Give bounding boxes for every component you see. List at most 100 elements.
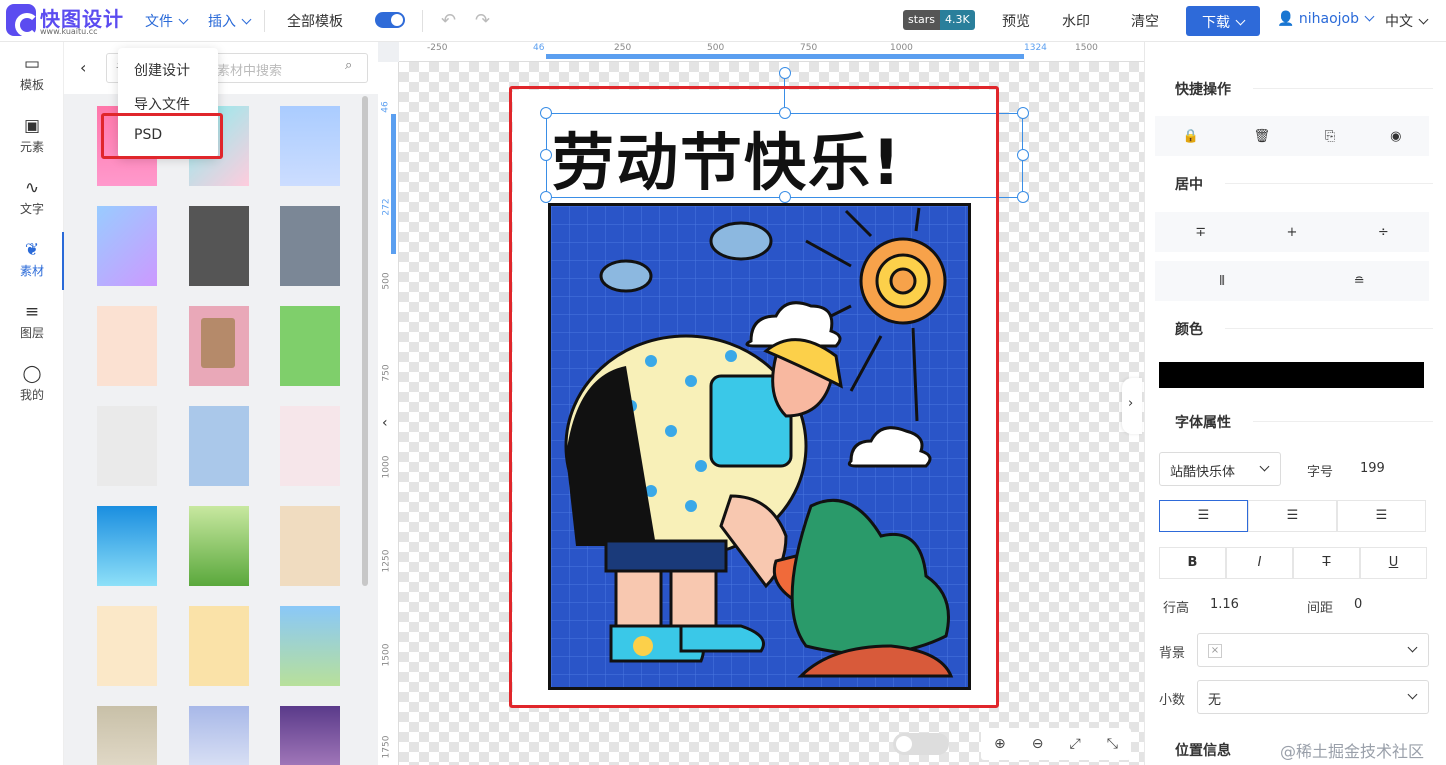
material-thumb[interactable] [189,406,249,486]
user-menu[interactable]: 👤 nihaojob [1277,11,1375,27]
resize-handle[interactable] [1017,149,1029,161]
delete-icon[interactable]: 🗑 [1254,129,1271,144]
ruler-label: 1324 [1024,43,1047,53]
material-thumb[interactable] [280,406,340,486]
leaf-icon: ❦ [24,240,40,260]
psd-highlight [101,113,223,159]
properties-panel: 快捷操作 🔒 🗑 ⎘ ◉ 居中 ∓ + ÷ ⫴ ≘ 颜色 字体属性 站酷快乐体 … [1144,42,1446,765]
fit-screen-icon[interactable]: ⤢ [1070,736,1081,752]
divider [422,10,423,32]
decimal-select[interactable]: 无 [1197,680,1429,714]
material-thumb[interactable] [280,106,340,186]
material-thumb[interactable] [97,706,157,765]
search-icon[interactable]: ⌕ [345,58,352,73]
font-size-label: 字号 [1307,465,1334,480]
center-row-2: ⫴ ≘ [1155,261,1429,301]
highlight-frame [509,86,999,708]
mode-toggle[interactable] [893,733,949,755]
zoom-out-icon[interactable]: ⊖ [1032,736,1044,752]
insert-menu[interactable]: 插入 [208,11,252,31]
grid-toggle[interactable] [375,12,405,28]
clear-button[interactable]: 清空 [1131,11,1159,31]
spacing-input[interactable]: 0 [1343,588,1429,622]
align-right-icon: ☰ [1375,508,1388,523]
distribute-h-icon[interactable]: ⫴ [1219,274,1224,289]
all-templates-button[interactable]: 全部模板 [287,11,343,31]
line-height-input[interactable]: 1.16 [1199,588,1285,622]
nav-layers[interactable]: ≡ 图层 [0,302,64,341]
center-heading: 居中 [1175,177,1203,193]
preview-button[interactable]: 预览 [1002,11,1030,31]
rotate-handle[interactable] [779,67,791,79]
top-bar: 快图设计 www.kuaitu.cc 文件 插入 全部模板 ↶ ↷ stars 4… [0,0,1446,42]
material-thumb[interactable] [97,406,157,486]
nav-materials[interactable]: ❦ 素材 [0,240,64,279]
zoom-in-icon[interactable]: ⊕ [994,736,1006,752]
align-center-button[interactable]: ☰ [1248,500,1337,532]
material-thumb[interactable] [97,606,157,686]
chevron-down-icon [1418,14,1429,25]
download-button[interactable]: 下载 [1186,6,1260,36]
watermark-button[interactable]: 水印 [1062,11,1090,31]
decimal-label: 小数 [1159,693,1186,708]
material-thumb[interactable] [280,706,340,765]
bold-button[interactable]: B [1159,547,1226,579]
collapse-left-icon[interactable]: ‹ [382,415,388,431]
material-thumb[interactable] [189,206,249,286]
font-props-heading: 字体属性 [1175,415,1231,431]
file-menu[interactable]: 文件 [145,11,189,31]
material-thumb[interactable] [97,506,157,586]
collapse-right-icon[interactable]: › [1122,378,1142,434]
nav-elements[interactable]: ▣ 元素 [0,116,64,155]
ruler-label: 1750 [381,735,392,759]
material-thumb[interactable] [97,206,157,286]
color-swatch[interactable] [1159,362,1424,388]
chevron-down-icon [1235,15,1246,26]
material-thumb[interactable] [189,306,249,386]
undo-icon[interactable]: ↶ [441,10,456,31]
align-center-h-icon[interactable]: ∓ [1195,225,1206,240]
material-thumb[interactable] [97,306,157,386]
nav-mine[interactable]: ◯ 我的 [0,364,64,403]
resize-handle[interactable] [1017,191,1029,203]
copy-icon[interactable]: ⎘ [1325,129,1335,144]
material-thumb[interactable] [280,306,340,386]
redo-icon[interactable]: ↷ [475,10,490,31]
eye-icon[interactable]: ◉ [1390,129,1401,144]
menu-import-file[interactable]: 导入文件 [134,94,190,114]
align-center-icon[interactable]: + [1287,225,1298,240]
lock-icon[interactable]: 🔒 [1182,129,1198,144]
material-thumb[interactable] [280,606,340,686]
align-center-v-icon[interactable]: ÷ [1378,225,1389,240]
background-select[interactable]: × [1197,633,1429,667]
background-label: 背景 [1159,646,1186,661]
distribute-v-icon[interactable]: ≘ [1354,274,1365,289]
github-stars-badge[interactable]: stars 4.3K [903,10,975,30]
material-thumb[interactable] [280,206,340,286]
color-heading: 颜色 [1175,322,1203,338]
material-thumb[interactable] [189,706,249,765]
ruler-top: -250 46 250 500 750 1000 1324 1500 [399,42,1144,62]
panel-scrollbar[interactable] [362,96,368,586]
menu-create-design[interactable]: 创建设计 [134,60,190,80]
nav-text[interactable]: ∿ 文字 [0,178,64,217]
align-right-button[interactable]: ☰ [1337,500,1426,532]
resize-handle[interactable] [1017,107,1029,119]
chevron-down-icon [1364,11,1375,22]
pulse-icon: ∿ [24,178,40,198]
ruler-label: 500 [707,43,725,53]
align-left-button[interactable]: ☰ [1159,500,1248,532]
font-size-input[interactable]: 199 [1349,452,1429,486]
nav-templates[interactable]: ▭ 模板 [0,54,64,93]
actual-size-icon[interactable]: ⤡ [1107,736,1118,752]
font-family-select[interactable]: 站酷快乐体 [1159,452,1281,486]
ruler-label: 1250 [381,549,392,573]
italic-button[interactable]: I [1226,547,1293,579]
language-select[interactable]: 中文 [1385,11,1429,31]
strikethrough-button[interactable]: T [1293,547,1360,579]
material-thumb[interactable] [280,506,340,586]
material-thumb[interactable] [189,506,249,586]
material-thumb[interactable] [189,606,249,686]
back-icon[interactable]: ‹ [80,58,86,77]
underline-button[interactable]: U [1360,547,1427,579]
